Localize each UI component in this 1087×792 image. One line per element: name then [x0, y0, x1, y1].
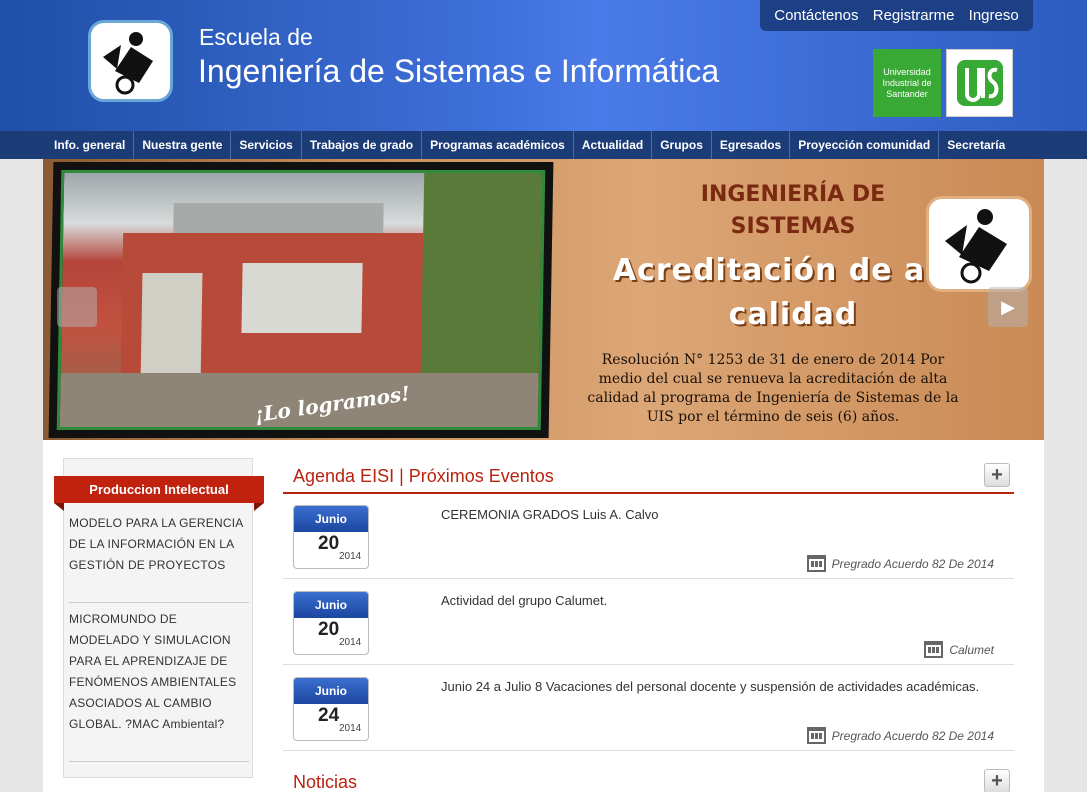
- event-date-badge: Junio 20 2014: [293, 591, 369, 655]
- site-subtitle: Escuela de: [199, 24, 313, 50]
- carousel-next[interactable]: ▶: [988, 287, 1028, 327]
- sidebar-divider: [69, 761, 249, 762]
- event-category-label: Pregrado Acuerdo 82 De 2014: [831, 556, 994, 571]
- sidebar-item-micromundo[interactable]: MICROMUNDO DE MODELADO Y SIMULACION PARA…: [69, 609, 249, 735]
- top-links: Contáctenos Registrarme Ingreso: [760, 0, 1033, 31]
- event-title[interactable]: Junio 24 a Julio 8 Vacaciones del person…: [441, 679, 979, 694]
- event-category-label: Calumet: [949, 642, 994, 657]
- sidebar-divider: [69, 602, 249, 603]
- event-category[interactable]: Calumet: [924, 641, 994, 658]
- nav-trabajos-grado[interactable]: Trabajos de grado: [300, 131, 421, 159]
- event-day: 20: [318, 619, 340, 640]
- sidebar-title-fold-left: [54, 503, 64, 511]
- banner-school-logo: [926, 196, 1032, 292]
- sidebar-item-modelo[interactable]: MODELO PARA LA GERENCIA DE LA INFORMACIÓ…: [69, 513, 249, 576]
- sidebar-title-fold-right: [254, 503, 264, 511]
- event-date-badge: Junio 24 2014: [293, 677, 369, 741]
- uis-logo-icon: [956, 60, 1003, 106]
- building-photo: [56, 170, 546, 430]
- event-category[interactable]: Pregrado Acuerdo 82 De 2014: [806, 555, 994, 572]
- event-category-label: Pregrado Acuerdo 82 De 2014: [831, 728, 994, 743]
- event-year: 2014: [339, 637, 362, 648]
- news-expand-button[interactable]: +: [984, 769, 1010, 792]
- event-title[interactable]: Actividad del grupo Calumet.: [441, 593, 607, 608]
- main-nav: Info. general Nuestra gente Servicios Tr…: [44, 131, 1013, 159]
- nav-info-general[interactable]: Info. general: [44, 131, 133, 159]
- login-link[interactable]: Ingreso: [969, 7, 1019, 24]
- school-logo[interactable]: [88, 20, 173, 102]
- carousel-prev[interactable]: [57, 287, 97, 327]
- calendar-icon: [806, 555, 826, 572]
- nav-proyeccion[interactable]: Proyección comunidad: [789, 131, 938, 159]
- contact-link[interactable]: Contáctenos: [774, 7, 858, 24]
- banner-resolution: Resolución N° 1253 de 31 de enero de 201…: [587, 352, 959, 425]
- calendar-icon: [806, 727, 826, 744]
- event-item[interactable]: Junio 20 2014 CEREMONIA GRADOS Luis A. C…: [283, 493, 1014, 579]
- uis-logo[interactable]: [946, 49, 1013, 117]
- event-year: 2014: [339, 551, 362, 562]
- nav-secretaria[interactable]: Secretaría: [938, 131, 1013, 159]
- event-day: 20: [318, 533, 340, 554]
- banner-heading: INGENIERÍA DE SISTEMAS: [700, 182, 886, 239]
- register-link[interactable]: Registrarme: [873, 7, 955, 24]
- nav-grupos[interactable]: Grupos: [651, 131, 711, 159]
- event-month: Junio: [294, 506, 368, 532]
- event-item[interactable]: Junio 24 2014 Junio 24 a Julio 8 Vacacio…: [283, 665, 1014, 751]
- event-month: Junio: [294, 678, 368, 704]
- building-photo-frame: ¡Lo logramos!: [48, 162, 554, 438]
- main-content: Produccion Intelectual MODELO PARA LA GE…: [43, 440, 1044, 792]
- news-title[interactable]: Noticias: [293, 772, 357, 792]
- agenda-expand-button[interactable]: +: [984, 463, 1010, 487]
- nav-egresados[interactable]: Egresados: [710, 131, 789, 159]
- hero-banner[interactable]: ¡Lo logramos! INGENIERÍA DE SISTEMAS Acr…: [43, 159, 1044, 440]
- event-date-badge: Junio 20 2014: [293, 505, 369, 569]
- event-category[interactable]: Pregrado Acuerdo 82 De 2014: [806, 727, 994, 744]
- event-year: 2014: [339, 723, 362, 734]
- event-item[interactable]: Junio 20 2014 Actividad del grupo Calume…: [283, 579, 1014, 665]
- site-title[interactable]: Ingeniería de Sistemas e Informática: [198, 53, 719, 90]
- event-month: Junio: [294, 592, 368, 618]
- uis-badge[interactable]: Universidad Industrial de Santander: [873, 49, 941, 117]
- sidebar-title: Produccion Intelectual: [54, 476, 264, 503]
- nav-nuestra-gente[interactable]: Nuestra gente: [133, 131, 230, 159]
- nav-servicios[interactable]: Servicios: [230, 131, 300, 159]
- nav-actualidad[interactable]: Actualidad: [572, 131, 651, 159]
- site-header: Escuela de Ingeniería de Sistemas e Info…: [0, 0, 1087, 131]
- event-title[interactable]: CEREMONIA GRADOS Luis A. Calvo: [441, 507, 658, 522]
- arrow-right-icon: ▶: [1001, 296, 1015, 317]
- main-nav-bar: Info. general Nuestra gente Servicios Tr…: [0, 131, 1087, 159]
- nav-programas[interactable]: Programas académicos: [421, 131, 573, 159]
- agenda-title[interactable]: Agenda EISI | Próximos Eventos: [293, 466, 554, 487]
- calendar-icon: [924, 641, 944, 658]
- event-day: 24: [318, 705, 340, 726]
